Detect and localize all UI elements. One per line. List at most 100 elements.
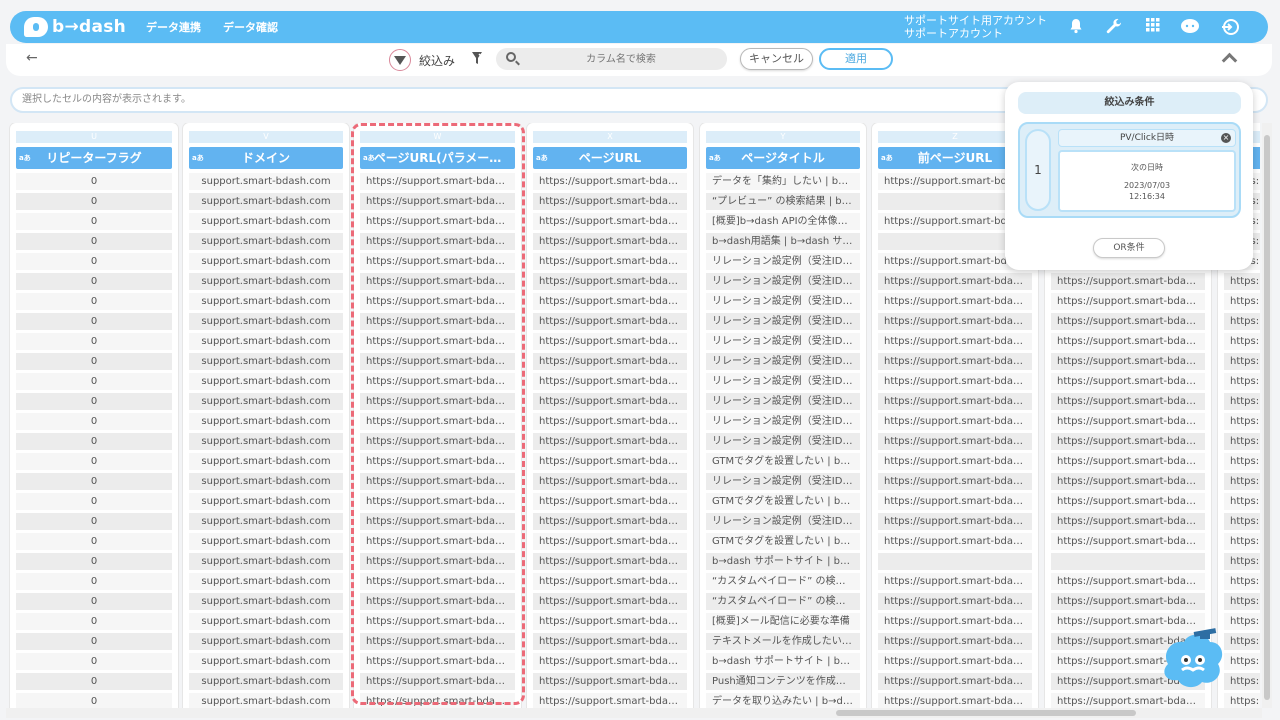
grid-cell[interactable]: https://support.smart-bdash.com: [533, 653, 687, 670]
column-header[interactable]: aあ ページURL(パラメー…: [360, 147, 515, 169]
grid-cell[interactable]: https://support.smart-bdash.com: [1051, 293, 1205, 310]
grid-cell[interactable]: https://support.smart-bdash.com: [1051, 333, 1205, 350]
grid-cell[interactable]: https://support.smart-bdash.com: [1051, 473, 1205, 490]
grid-cell[interactable]: Push通知コンテンツを作成したい: [706, 673, 860, 690]
grid-cell[interactable]: https://support.smart-bdash.com: [1051, 573, 1205, 590]
grid-cell[interactable]: https:: [1224, 613, 1260, 630]
grid-cell[interactable]: b→dash サポートサイト | b→dash: [706, 553, 860, 570]
grid-cell[interactable]: 0: [16, 173, 172, 190]
grid-cell[interactable]: support.smart-bdash.com: [189, 553, 343, 570]
nav-data-check[interactable]: データ確認: [223, 19, 278, 35]
grid-cell[interactable]: https:: [1224, 453, 1260, 470]
grid-cell[interactable]: support.smart-bdash.com: [189, 313, 343, 330]
grid-cell[interactable]: 0: [16, 313, 172, 330]
grid-cell[interactable]: support.smart-bdash.com: [189, 573, 343, 590]
grid-cell[interactable]: https://support.smart-bdash.com: [1051, 353, 1205, 370]
grid-cell[interactable]: https://support.smart-bdash.com: [360, 173, 515, 190]
grid-cell[interactable]: https:: [1224, 433, 1260, 450]
condition-detail[interactable]: 次の日時 2023/07/03 12:16:34: [1058, 150, 1236, 212]
grid-cell[interactable]: https://support.smart-bdash.com: [360, 673, 515, 690]
grid-cell[interactable]: https://support.smart-bdash.com: [360, 213, 515, 230]
grid-cell[interactable]: 0: [16, 613, 172, 630]
grid-cell[interactable]: 0: [16, 533, 172, 550]
grid-cell[interactable]: リレーション設定例（受注ID…: [706, 273, 860, 290]
apply-button[interactable]: 適用: [819, 48, 893, 70]
grid-cell[interactable]: リレーション設定例（受注ID…: [706, 313, 860, 330]
grid-cell[interactable]: https:: [1224, 533, 1260, 550]
grid-cell[interactable]: https://support.smart-bdash.com: [878, 653, 1032, 670]
grid-cell[interactable]: https://support.smart-bdash.com: [360, 233, 515, 250]
grid-cell[interactable]: 0: [16, 653, 172, 670]
grid-cell[interactable]: リレーション設定例（受注ID…: [706, 333, 860, 350]
grid-cell[interactable]: https://support.smart-bdash.com: [533, 173, 687, 190]
grid-cell[interactable]: https://support.smart-bdash.com: [878, 693, 1032, 708]
grid-cell[interactable]: https://support.smart-bdash.com: [360, 493, 515, 510]
grid-cell[interactable]: https://support.smart-bdash.com: [360, 353, 515, 370]
grid-cell[interactable]: https:: [1224, 493, 1260, 510]
grid-cell[interactable]: [1051, 553, 1205, 570]
grid-cell[interactable]: https://support.smart-bdash.com: [533, 693, 687, 708]
grid-cell[interactable]: [概要]b→dash APIの全体像を知りたい: [706, 213, 860, 230]
grid-cell[interactable]: リレーション設定例（受注ID…: [706, 353, 860, 370]
grid-cell[interactable]: b→dash サポートサイト | b→dash: [706, 653, 860, 670]
grid-cell[interactable]: support.smart-bdash.com: [189, 273, 343, 290]
grid-cell[interactable]: https://support.smart-bdash.com: [360, 293, 515, 310]
grid-cell[interactable]: 0: [16, 193, 172, 210]
grid-cell[interactable]: https://support.smart-bdash.com: [533, 273, 687, 290]
grid-cell[interactable]: データを「集約」したい | b→dash: [706, 173, 860, 190]
grid-cell[interactable]: リレーション設定例（受注ID…: [706, 433, 860, 450]
grid-cell[interactable]: https:: [1224, 393, 1260, 410]
grid-cell[interactable]: support.smart-bdash.com: [189, 213, 343, 230]
grid-cell[interactable]: https://support.smart-bdash.com: [533, 293, 687, 310]
grid-cell[interactable]: GTMでタグを設置したい | b→dash: [706, 493, 860, 510]
grid-cell[interactable]: https:: [1224, 593, 1260, 610]
grid-cell[interactable]: https://support.smart-bdash.com: [360, 333, 515, 350]
grid-cell[interactable]: https://support.smart-bdash.com: [533, 553, 687, 570]
grid-cell[interactable]: https://support.smart-bdash.com: [533, 573, 687, 590]
grid-cell[interactable]: https:: [1224, 293, 1260, 310]
grid-cell[interactable]: GTMでタグを設置したい | b→dash: [706, 453, 860, 470]
grid-cell[interactable]: データを取り込みたい | b→dash: [706, 693, 860, 708]
column-search[interactable]: [496, 48, 727, 70]
apps-grid-icon[interactable]: [1143, 18, 1163, 36]
bdash-logo[interactable]: b→dash: [24, 17, 134, 37]
grid-cell[interactable]: https://support.smart-bdash.com: [533, 633, 687, 650]
grid-cell[interactable]: 0: [16, 293, 172, 310]
grid-cell[interactable]: https://support.smart-bdash.com: [533, 253, 687, 270]
grid-cell[interactable]: https://support.smart-bdash.com: [878, 453, 1032, 470]
grid-cell[interactable]: https:: [1224, 513, 1260, 530]
grid-cell[interactable]: “プレビュー” の検索結果 | b→dash: [706, 193, 860, 210]
vertical-scroll-thumb[interactable]: [1264, 135, 1270, 700]
grid-cell[interactable]: https://support.smart-bdash.com: [533, 393, 687, 410]
grid-cell[interactable]: リレーション設定例（受注ID…: [706, 393, 860, 410]
grid-cell[interactable]: support.smart-bdash.com: [189, 253, 343, 270]
grid-cell[interactable]: https://support.smart-bdash.com: [360, 433, 515, 450]
grid-cell[interactable]: support.smart-bdash.com: [189, 693, 343, 708]
grid-cell[interactable]: https:: [1224, 353, 1260, 370]
grid-cell[interactable]: support.smart-bdash.com: [189, 293, 343, 310]
grid-cell[interactable]: https://support.smart-bdash.com: [1051, 313, 1205, 330]
grid-cell[interactable]: support.smart-bdash.com: [189, 173, 343, 190]
grid-cell[interactable]: https://support.smart-bdash.com: [533, 453, 687, 470]
grid-cell[interactable]: リレーション設定例（受注ID…: [706, 253, 860, 270]
grid-cell[interactable]: https:: [1224, 413, 1260, 430]
grid-cell[interactable]: https://support.smart-bdash.com: [533, 673, 687, 690]
or-condition-button[interactable]: OR条件: [1093, 238, 1165, 258]
grid-cell[interactable]: https:: [1224, 473, 1260, 490]
logout-icon[interactable]: [1220, 18, 1240, 36]
grid-cell[interactable]: 0: [16, 373, 172, 390]
grid-cell[interactable]: https://support.smart-bdash.com: [878, 393, 1032, 410]
grid-cell[interactable]: support.smart-bdash.com: [189, 393, 343, 410]
grid-cell[interactable]: https://support.smart-bdash.com: [360, 273, 515, 290]
vertical-scrollbar[interactable]: [1262, 123, 1272, 708]
grid-cell[interactable]: https://support.smart-bdash.com: [360, 413, 515, 430]
horizontal-scrollbar[interactable]: [6, 708, 1262, 718]
grid-cell[interactable]: https://support.smart-bdash.com: [1051, 513, 1205, 530]
grid-cell[interactable]: https://support.smart-bdash.com: [878, 613, 1032, 630]
column-search-input[interactable]: [526, 51, 716, 67]
grid-cell[interactable]: 0: [16, 253, 172, 270]
grid-cell[interactable]: https:: [1224, 273, 1260, 290]
grid-cell[interactable]: https://support.smart-bdash.com: [533, 433, 687, 450]
grid-cell[interactable]: support.smart-bdash.com: [189, 353, 343, 370]
grid-cell[interactable]: https://support.smart-bdash.com: [360, 573, 515, 590]
